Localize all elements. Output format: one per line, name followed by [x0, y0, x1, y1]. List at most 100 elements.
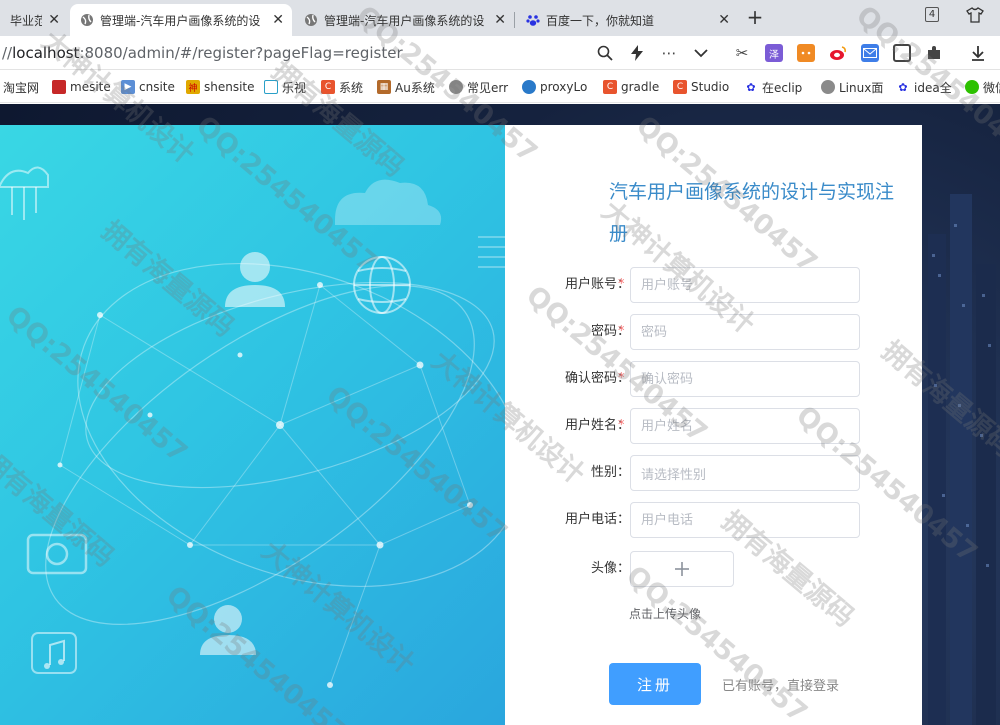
lightning-icon[interactable] [628, 44, 646, 62]
play-icon: ▶ [121, 80, 135, 94]
close-icon[interactable]: ✕ [494, 12, 506, 28]
weibo-icon[interactable] [829, 44, 847, 62]
bookmark-item[interactable]: 神 shensite [186, 78, 258, 96]
chevron-down-icon[interactable] [692, 44, 710, 62]
baidu-paw-icon [526, 13, 540, 27]
extension-ze-icon[interactable]: 泽 [765, 44, 783, 62]
proxy-icon [522, 80, 536, 94]
form-row-phone: 用户电话： [505, 501, 922, 539]
bookmark-item[interactable]: ▶ cnsite [121, 78, 181, 96]
tab-title: 管理端-汽车用户画像系统的设 [100, 13, 261, 28]
bookmark-item[interactable]: Cgradle [603, 78, 663, 96]
gamepad-icon[interactable] [797, 44, 815, 62]
required-mark: * [618, 324, 625, 339]
phone-input[interactable] [630, 502, 860, 538]
csdn-c-icon: C [603, 80, 617, 94]
tab-title: 毕业范 [10, 13, 43, 28]
bookmark-label: gradle [621, 80, 660, 94]
plus-icon [675, 562, 689, 576]
bookmark-item[interactable]: Linux面 [821, 78, 885, 96]
red-square-icon [52, 80, 66, 94]
bookmark-label: 淘宝网 [3, 80, 40, 95]
new-tab-plus-icon[interactable]: + [744, 6, 766, 28]
bookmark-item[interactable]: 常见err [449, 78, 511, 96]
form-row-password: 密码： * [505, 313, 922, 351]
bookmark-bar: 淘宝网 mesite ▶ cnsite 神 shensite 乐视 C 系统 ▦ Au系… [0, 71, 1000, 103]
url-rest: :8080/admin/#/register?pageFlag=register [79, 44, 403, 62]
globe-icon [821, 80, 835, 94]
form-row-name: 用户姓名： * [505, 407, 922, 445]
wechat-icon [965, 80, 979, 94]
required-mark: * [618, 371, 625, 386]
scissors-icon[interactable]: ✂ [733, 44, 751, 62]
tab-title: 百度一下，你就知道 [546, 13, 655, 28]
tab-strip: 毕业范 ✕ 管理端-汽车用户画像系统的设 ✕ 管理端-汽车用户画像系统的设 ✕ … [0, 0, 1000, 36]
bookmark-item[interactable]: proxyLo [522, 78, 590, 96]
bookmark-item[interactable]: ✿ idea全 [896, 78, 954, 96]
bookmark-item[interactable]: C 系统 [321, 78, 369, 96]
password-input[interactable] [630, 314, 860, 350]
city-skyline-illustration [928, 194, 996, 725]
bookmark-label: 常见err [467, 80, 509, 95]
tab-title: 管理端-汽车用户画像系统的设 [324, 13, 485, 28]
baidu-paw-icon: ✿ [746, 80, 756, 94]
bookmark-item[interactable]: mesite [52, 78, 116, 96]
tab-baidu[interactable]: 百度一下，你就知道 ✕ [516, 4, 738, 36]
csdn-c-icon: C [321, 80, 335, 94]
name-input[interactable] [630, 408, 860, 444]
form-title: 汽车用户画像系统的设计与实现注册 [609, 181, 895, 245]
mail-icon[interactable] [861, 44, 879, 62]
bookmark-item[interactable]: ▦ Au系统 [377, 78, 441, 96]
tab-count-badge[interactable]: 4 [925, 7, 939, 22]
bookmark-label: idea全 [914, 80, 952, 95]
phone-label: 用户电话： [564, 512, 630, 527]
puzzle-extensions-icon[interactable] [925, 44, 943, 62]
gender-label: 性别： [590, 465, 630, 480]
avatar-label: 头像： [590, 561, 630, 576]
tshirt-icon[interactable] [966, 7, 984, 23]
bookmark-label: cnsite [139, 80, 175, 94]
register-button[interactable]: 注册 [609, 663, 701, 705]
required-mark: * [618, 277, 625, 292]
csdn-c-icon: C [673, 80, 687, 94]
account-input[interactable] [630, 267, 860, 303]
bookmark-label: Linux面 [839, 80, 884, 95]
upload-tip: 点击上传头像 [629, 607, 702, 621]
bookmark-item[interactable]: ✿ 在eclip [744, 78, 810, 96]
bookmark-label: 在eclip [762, 80, 803, 95]
bookmark-item[interactable]: 淘宝网 [3, 78, 47, 96]
gender-select-placeholder: 请选择性别 [641, 467, 707, 483]
bookmark-label: 乐视 [282, 80, 307, 95]
avatar-uploader[interactable] [630, 551, 734, 587]
form-row-gender: 性别： 请选择性别 [505, 454, 922, 492]
globe-icon [304, 13, 318, 27]
more-dots-icon[interactable]: ⋯ [660, 44, 678, 62]
login-link[interactable]: 已有账号，直接登录 [722, 675, 839, 694]
url-prefix: // [2, 44, 13, 62]
tab-admin[interactable]: 管理端-汽车用户画像系统的设 ✕ [294, 4, 514, 36]
close-icon[interactable]: ✕ [272, 12, 284, 28]
close-icon[interactable]: ✕ [718, 12, 730, 28]
address-bar: //localhost:8080/admin/#/register?pageFl… [0, 36, 1000, 70]
bookmark-label: 系统 [339, 80, 364, 95]
tab-graduation[interactable]: 毕业范 ✕ [0, 4, 68, 36]
gender-select[interactable]: 请选择性别 [630, 455, 860, 491]
network-illustration [0, 166, 505, 688]
tab-admin-register[interactable]: 管理端-汽车用户画像系统的设 ✕ [70, 4, 292, 36]
bookmark-label: mesite [70, 80, 111, 94]
register-form-card: 汽车用户画像系统的设计与实现注册 用户账号： * 密码： * 确认密码： * 用… [505, 125, 922, 725]
window-icon[interactable] [893, 44, 911, 62]
zoom-search-icon[interactable] [596, 44, 614, 62]
required-mark: * [618, 418, 625, 433]
bookmark-item[interactable]: 微信 [965, 78, 1000, 96]
url-field[interactable]: //localhost:8080/admin/#/register?pageFl… [2, 42, 582, 64]
close-icon[interactable]: ✕ [48, 12, 60, 28]
grid-icon: ▦ [377, 80, 391, 94]
bookmark-label: shensite [204, 80, 255, 94]
confirm-password-input[interactable] [630, 361, 860, 397]
download-icon[interactable] [969, 44, 987, 62]
shen-icon: 神 [186, 80, 200, 94]
bookmark-item[interactable]: 乐视 [264, 78, 314, 96]
network-illustration-panel [0, 125, 505, 725]
bookmark-item[interactable]: C Studio [673, 78, 735, 96]
